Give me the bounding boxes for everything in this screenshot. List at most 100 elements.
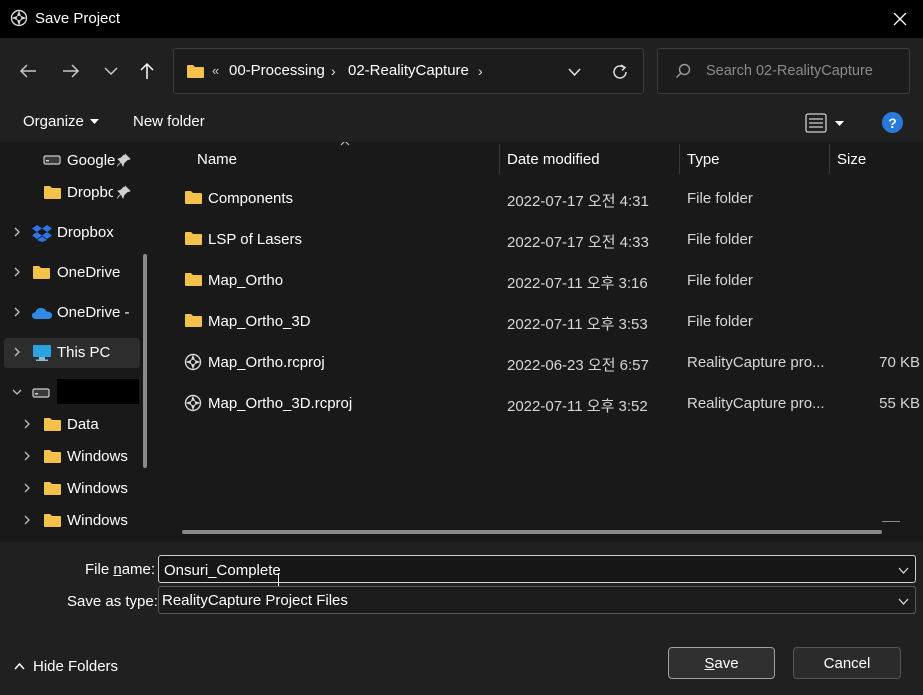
file-date: 2022-07-17 오전 4:33 [507,234,649,251]
nav-item-label: OneDrive [57,264,121,281]
nav-item-dropbox[interactable]: Dropbox [0,218,150,248]
chevron-down-icon [898,567,908,574]
chevron-right-icon [24,419,30,429]
horizontal-scrollbar[interactable] [182,530,882,534]
column-divider[interactable] [829,144,830,174]
nav-item-windows[interactable]: Windows [0,506,150,536]
column-header-size[interactable]: Size [837,151,866,168]
nav-item-onedrive[interactable]: OneDrive [0,258,150,288]
command-toolbar: Organize New folder ? [0,104,923,142]
save-form-panel: File name: Save as type: RealityCapture … [0,542,923,695]
chevron-up-icon [14,663,25,670]
expand-chevron[interactable] [10,265,24,279]
nav-item-google[interactable]: Google [0,146,150,176]
folder-icon [185,314,202,327]
file-row[interactable]: Map_Ortho 2022-07-11 오후 3:16 File folder [160,262,923,302]
chevron-right-icon [14,307,20,317]
save-as-type-dropdown-button[interactable] [895,593,911,609]
file-type: File folder [687,190,753,207]
column-divider[interactable] [679,144,680,174]
save-as-type-select[interactable]: RealityCapture Project Files [158,586,916,614]
file-name-input[interactable] [164,560,864,580]
expand-chevron[interactable] [20,417,34,431]
redacted-drive-label [57,379,139,404]
file-row[interactable]: Map_Ortho_3D.rcproj 2022-07-11 오후 3:52 R… [160,385,923,425]
chevron-down-icon [567,68,581,76]
folder-icon [44,186,61,199]
save-accelerator: S [704,654,715,672]
nav-item-dropbox-pinned[interactable]: Dropbox [0,178,150,208]
cancel-button[interactable]: Cancel [793,647,901,679]
file-date: 2022-07-11 오후 3:53 [507,316,648,333]
nav-item-label: Windows [67,480,128,497]
file-row[interactable]: Map_Ortho_3D 2022-07-11 오후 3:53 File fol… [160,303,923,343]
new-folder-button[interactable]: New folder [133,113,205,130]
expand-chevron[interactable] [10,225,24,239]
file-name: Components [208,190,294,207]
file-row[interactable]: LSP of Lasers 2022-07-17 오전 4:33 File fo… [160,221,923,261]
recent-locations-button[interactable] [95,55,127,87]
save-as-type-value: RealityCapture Project Files [162,592,348,609]
address-dropdown-button[interactable] [562,61,586,83]
refresh-button[interactable] [606,59,634,85]
folder-icon [33,266,50,279]
file-name-dropdown-button[interactable] [895,562,911,578]
save-button[interactable]: Save [668,647,775,679]
nav-item-windows[interactable]: Windows [0,474,150,504]
chevron-right-icon [24,451,30,461]
overflow-chevron[interactable]: « [212,63,219,78]
window-title: Save Project [35,10,121,27]
column-divider[interactable] [499,144,500,174]
nav-item-this-pc[interactable]: This PC [4,338,140,368]
close-button[interactable] [880,6,920,32]
hide-folders-label: Hide Folders [33,658,119,675]
column-header-name[interactable]: Name [197,151,237,168]
breadcrumb-separator[interactable]: › [331,63,336,79]
help-button[interactable]: ? [882,112,903,133]
file-name-label-accelerator: n [113,561,122,578]
column-header-date-modified[interactable]: Date modified [507,151,600,168]
arrow-up-icon [140,62,154,79]
navigation-scrollbar[interactable] [143,254,147,468]
details-view-icon [805,113,827,133]
column-header-type[interactable]: Type [687,151,720,168]
nav-item-onedrive-business[interactable]: OneDrive - [0,298,150,328]
back-button[interactable] [12,55,44,87]
pin-icon [117,153,131,167]
expand-chevron[interactable] [10,345,24,359]
file-name: Map_Ortho [208,272,284,289]
nav-item-label: Dropbox [57,224,114,241]
file-name: Map_Ortho_3D [208,313,311,330]
nav-item-data[interactable]: Data [0,410,150,440]
breadcrumb-00-processing[interactable]: 00-Processing [229,62,325,79]
up-button[interactable] [131,55,163,87]
file-date: 2022-07-11 오후 3:52 [507,398,648,415]
realitycapture-app-icon [10,9,28,27]
save-as-type-label: Save as type: [67,593,158,610]
chevron-down-icon [104,67,118,75]
collapse-chevron[interactable] [10,385,24,399]
breadcrumb-02-realitycapture[interactable]: 02-RealityCapture [348,62,469,79]
organize-button[interactable]: Organize [23,113,99,130]
folder-icon [187,65,204,78]
file-row[interactable]: Components 2022-07-17 오전 4:31 File folde… [160,180,923,220]
search-icon [676,63,691,78]
expand-chevron[interactable] [10,305,24,319]
address-bar[interactable]: « 00-Processing › 02-RealityCapture › [173,48,644,94]
title-bar: Save Project [0,0,923,38]
breadcrumb-separator[interactable]: › [478,63,483,79]
nav-item-windows[interactable]: Windows [0,442,150,472]
search-box[interactable] [657,48,910,94]
drive-icon [32,388,50,398]
nav-item-label: Dropbox [67,184,113,201]
search-input[interactable] [706,61,901,81]
file-name-combobox[interactable] [158,555,916,591]
expand-chevron[interactable] [20,449,34,463]
chevron-right-icon [24,483,30,493]
file-row[interactable]: Map_Ortho.rcproj 2022-06-23 오전 6:57 Real… [160,344,923,384]
forward-button[interactable] [55,55,87,87]
change-view-button[interactable] [803,110,853,136]
expand-chevron[interactable] [20,481,34,495]
hide-folders-button[interactable]: Hide Folders [14,658,118,675]
expand-chevron[interactable] [20,513,34,527]
